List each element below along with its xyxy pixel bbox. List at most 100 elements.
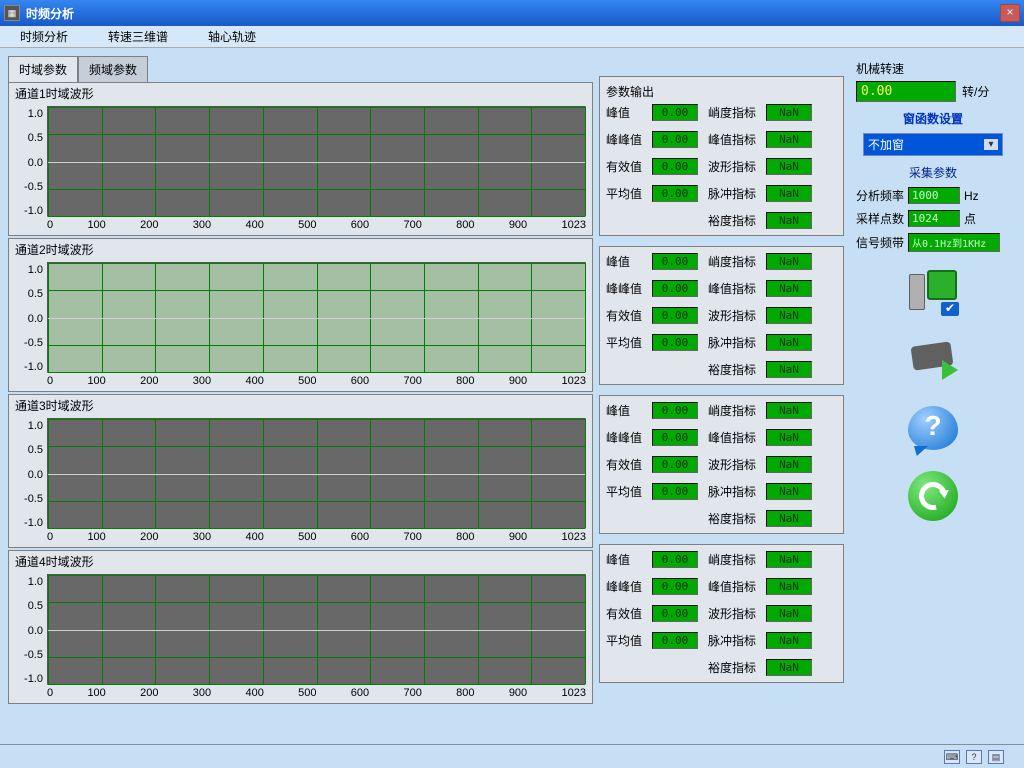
- waveform-plot[interactable]: [47, 574, 586, 685]
- menu-3d-spectrum[interactable]: 转速三维谱: [108, 28, 168, 45]
- param-right-label: 峰值指标: [704, 131, 760, 148]
- param-left-label: 有效值: [606, 605, 646, 622]
- analysis-freq-label: 分析频率: [856, 187, 904, 204]
- titlebar: ▦ 时频分析 ×: [0, 0, 1024, 26]
- help-button[interactable]: ?: [905, 400, 961, 456]
- x-tick: 200: [140, 375, 158, 389]
- param-left-value: 0.00: [652, 253, 698, 270]
- param-right-label: 裕度指标: [704, 212, 760, 229]
- x-tick: 1023: [561, 687, 585, 701]
- param-right-value: NaN: [766, 212, 812, 229]
- x-tick: 400: [245, 687, 263, 701]
- param-right-value: NaN: [766, 551, 812, 568]
- param-left-label: 平均值: [606, 185, 646, 202]
- param-right-label: 脉冲指标: [704, 185, 760, 202]
- param-left-label: 平均值: [606, 334, 646, 351]
- y-tick: -1.0: [11, 205, 43, 217]
- param-left-value: 0.00: [652, 307, 698, 324]
- param-output-title: 参数输出: [606, 83, 837, 100]
- sample-pts-value: 1024: [908, 210, 960, 227]
- param-right-value: NaN: [766, 334, 812, 351]
- x-tick: 100: [87, 687, 105, 701]
- x-tick: 900: [509, 687, 527, 701]
- x-tick: 500: [298, 687, 316, 701]
- analysis-freq-value: 1000: [908, 187, 960, 204]
- x-tick: 0: [47, 219, 53, 233]
- waveform-title: 通道1时域波形: [9, 83, 592, 104]
- status-icon-menu[interactable]: ▤: [988, 750, 1004, 764]
- waveform-plot[interactable]: [47, 418, 586, 529]
- param-right-label: 脉冲指标: [704, 483, 760, 500]
- x-tick: 1023: [561, 531, 585, 545]
- param-right-label: 峰值指标: [704, 578, 760, 595]
- param-left-value: 0.00: [652, 402, 698, 419]
- param-right-label: 波形指标: [704, 307, 760, 324]
- param-right-label: 峭度指标: [704, 253, 760, 270]
- tab-time-domain[interactable]: 时域参数: [8, 56, 78, 82]
- param-right-value: NaN: [766, 483, 812, 500]
- y-tick: -1.0: [11, 361, 43, 373]
- param-left-label: 平均值: [606, 632, 646, 649]
- param-right-label: 波形指标: [704, 158, 760, 175]
- status-icon-keyboard[interactable]: ⌨: [944, 750, 960, 764]
- param-right-value: NaN: [766, 104, 812, 121]
- y-tick: 0.5: [11, 132, 43, 144]
- param-right-label: 峭度指标: [704, 104, 760, 121]
- x-tick: 800: [456, 531, 474, 545]
- param-left-label: 峰峰值: [606, 131, 646, 148]
- param-left-value: 0.00: [652, 605, 698, 622]
- param-left-value: 0.00: [652, 131, 698, 148]
- param-left-value: 0.00: [652, 429, 698, 446]
- param-left-value: 0.00: [652, 483, 698, 500]
- status-icon-help[interactable]: ?: [966, 750, 982, 764]
- chevron-down-icon: ▾: [984, 139, 998, 150]
- param-right-value: NaN: [766, 131, 812, 148]
- param-right-value: NaN: [766, 402, 812, 419]
- y-tick: 1.0: [11, 264, 43, 276]
- waveform-plot[interactable]: [47, 262, 586, 373]
- menu-orbit[interactable]: 轴心轨迹: [208, 28, 256, 45]
- param-right-label: 峭度指标: [704, 551, 760, 568]
- start-acquire-button[interactable]: [905, 332, 961, 388]
- param-left-label: 峰峰值: [606, 429, 646, 446]
- y-tick: 0.0: [11, 469, 43, 481]
- param-right-value: NaN: [766, 510, 812, 527]
- param-right-value: NaN: [766, 605, 812, 622]
- waveform-title: 通道3时域波形: [9, 395, 592, 416]
- window-fn-select[interactable]: 不加窗 ▾: [863, 133, 1003, 156]
- param-left-value: 0.00: [652, 334, 698, 351]
- x-tick: 300: [193, 687, 211, 701]
- x-tick: 900: [509, 219, 527, 233]
- chip-play-icon: [908, 340, 958, 380]
- y-tick: 0.5: [11, 600, 43, 612]
- close-icon[interactable]: ×: [1000, 4, 1020, 22]
- y-tick: -0.5: [11, 181, 43, 193]
- param-left-value: 0.00: [652, 185, 698, 202]
- x-tick: 1023: [561, 375, 585, 389]
- y-tick: 1.0: [11, 420, 43, 432]
- reload-button[interactable]: [905, 468, 961, 524]
- hardware-config-button[interactable]: ✔: [905, 264, 961, 320]
- waveform-title: 通道4时域波形: [9, 551, 592, 572]
- x-tick: 500: [298, 219, 316, 233]
- y-tick: 1.0: [11, 108, 43, 120]
- waveform-title: 通道2时域波形: [9, 239, 592, 260]
- x-tick: 0: [47, 687, 53, 701]
- param-left-label: 有效值: [606, 158, 646, 175]
- sample-pts-label: 采样点数: [856, 210, 904, 227]
- y-tick: 0.0: [11, 157, 43, 169]
- tab-freq-domain[interactable]: 频域参数: [78, 56, 148, 82]
- param-left-label: 有效值: [606, 456, 646, 473]
- x-tick: 300: [193, 219, 211, 233]
- acq-params-title: 采集参数: [856, 164, 1010, 181]
- x-tick: 700: [403, 687, 421, 701]
- x-tick: 100: [87, 375, 105, 389]
- menu-time-freq[interactable]: 时频分析: [20, 28, 68, 45]
- x-tick: 600: [351, 219, 369, 233]
- waveform-plot[interactable]: [47, 106, 586, 217]
- y-tick: 0.0: [11, 313, 43, 325]
- waveform-group-ch1: 通道1时域波形1.00.50.0-0.5-1.00100200300400500…: [8, 82, 593, 236]
- param-right-label: 峰值指标: [704, 280, 760, 297]
- param-output-panel-1: 参数输出 峰值0.00峭度指标NaN峰峰值0.00峰值指标NaN有效值0.00波…: [599, 76, 844, 236]
- param-right-value: NaN: [766, 253, 812, 270]
